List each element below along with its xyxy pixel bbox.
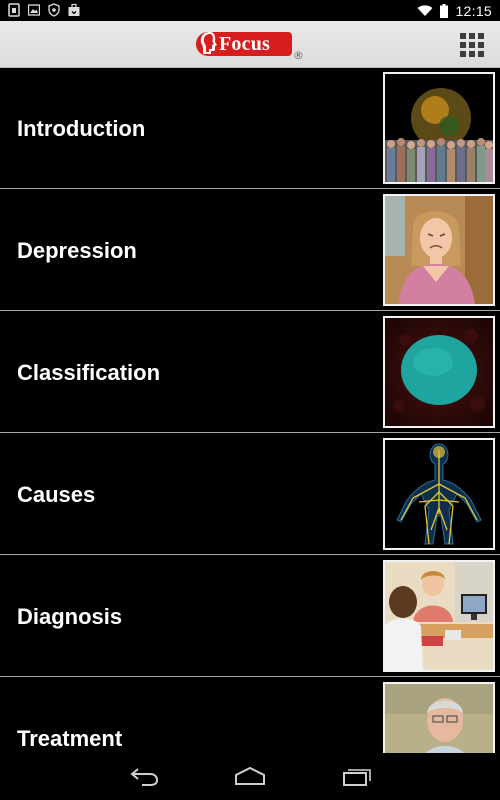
app-header: Focus ®: [0, 21, 500, 68]
grid-menu-button[interactable]: [460, 33, 484, 57]
doctor-consultation-image: [385, 562, 493, 670]
sim-card-icon: [8, 3, 20, 17]
chapter-label: Classification: [17, 359, 161, 385]
image-icon: [28, 4, 40, 16]
logo-text: Focus: [219, 33, 270, 55]
chapter-label: Causes: [17, 481, 96, 507]
battery-icon: [440, 3, 449, 18]
chapter-item-classification[interactable]: Classification: [0, 312, 500, 433]
nervous-system-image: [385, 440, 493, 548]
system-status: 12:15: [417, 0, 492, 21]
registered-mark: ®: [293, 49, 304, 62]
back-icon[interactable]: [128, 763, 162, 789]
chapter-label: Introduction: [17, 115, 146, 141]
home-icon[interactable]: [233, 763, 267, 789]
chapter-item-introduction[interactable]: Introduction: [0, 68, 500, 189]
chapter-thumbnail: [383, 194, 495, 306]
chapter-item-causes[interactable]: Causes: [0, 434, 500, 555]
crowd-and-globe-image: [385, 74, 493, 182]
chapter-label: Diagnosis: [17, 603, 123, 629]
chapter-item-treatment[interactable]: Treatment: [0, 678, 500, 753]
chapter-thumbnail: [383, 682, 495, 753]
chapter-list: Introduction Depression Classification C…: [0, 68, 500, 753]
sad-woman-image: [385, 196, 493, 304]
notification-icons: [8, 3, 80, 17]
chapter-thumbnail: [383, 438, 495, 550]
focus-logo: Focus: [196, 30, 292, 57]
chapter-label: Treatment: [17, 725, 123, 751]
chapter-thumbnail: [383, 316, 495, 428]
chapter-item-diagnosis[interactable]: Diagnosis: [0, 556, 500, 677]
briefcase-icon: [68, 3, 80, 16]
chapter-thumbnail: [383, 560, 495, 672]
elderly-man-image: [385, 684, 493, 753]
recent-apps-icon[interactable]: [340, 763, 374, 789]
shield-icon: [48, 3, 60, 17]
head-silhouette-icon: [200, 32, 217, 54]
chapter-item-depression[interactable]: Depression: [0, 190, 500, 311]
clock: 12:15: [455, 2, 492, 19]
chapter-label: Depression: [17, 237, 137, 263]
teal-cell-image: [385, 318, 493, 426]
chapter-thumbnail: [383, 72, 495, 184]
wifi-icon: [417, 4, 433, 16]
status-bar: 12:15: [0, 0, 500, 21]
navigation-bar: [0, 753, 500, 800]
grid-menu-icon: [460, 33, 466, 39]
